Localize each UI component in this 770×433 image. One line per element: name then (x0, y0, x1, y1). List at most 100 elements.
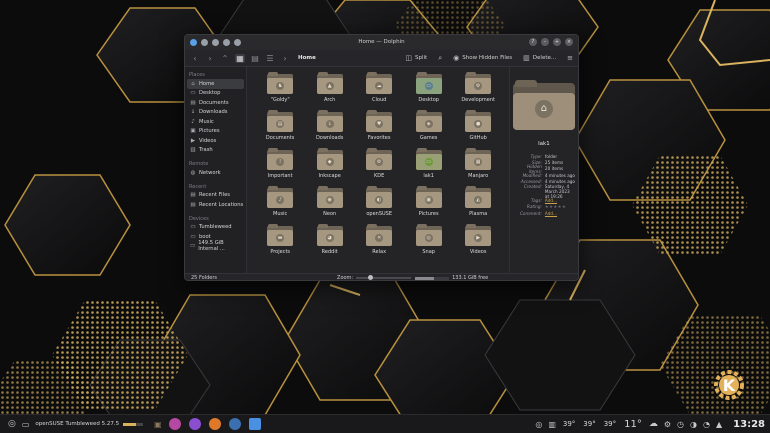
drive-icon[interactable]: ▭ (22, 420, 30, 429)
sidebar-item-tumbleweed[interactable]: ▭ Tumbleweed (187, 223, 244, 233)
details-view-icon[interactable]: ☰ (265, 54, 275, 63)
window-thumbnail-icon[interactable]: ▣ (154, 420, 162, 429)
dolphin-icon[interactable] (248, 418, 261, 430)
sidebar-item-recent-files[interactable]: ▤ Recent Files (187, 191, 244, 201)
folder-item[interactable]: ▦ Manjaro (453, 148, 503, 186)
folder-item[interactable]: ↓ Downloads (305, 110, 355, 148)
minimize-button[interactable]: – (541, 38, 549, 46)
folder-label: Cloud (372, 97, 387, 103)
sidebar-item-recent-locations[interactable]: ▤ Recent Locations (187, 200, 244, 210)
folder-item[interactable]: ⚙ KDE (354, 148, 404, 186)
breadcrumb[interactable]: Home (298, 55, 316, 61)
folder-item[interactable]: ▭ Desktop (404, 72, 454, 110)
folder-label: Favorites (367, 135, 391, 141)
folder-item[interactable]: ◈ Games (404, 110, 454, 148)
sidebar-item-149-5-gib-internal[interactable]: ▭ 149.5 GiB Internal ... (187, 240, 244, 252)
videos-icon: ▶ (190, 137, 196, 144)
folder-icon: ☁ (366, 72, 393, 94)
folder-item[interactable]: ! Important (255, 148, 305, 186)
back-icon[interactable]: ‹ (190, 54, 200, 63)
maximize-button[interactable]: + (553, 38, 561, 46)
folder-item[interactable]: ▬ Projects (255, 224, 305, 262)
info-row: Created: Saturday, 4 March 2023 at 19:26 (513, 184, 575, 199)
up-icon[interactable]: ⌃ (220, 54, 230, 63)
folder-item[interactable]: ▭ lak1 (404, 148, 454, 186)
hamburger-icon: ≡ (567, 54, 573, 62)
settings-icon[interactable]: ⚙ (664, 420, 671, 429)
folder-item[interactable]: ◐ openSUSE (354, 186, 404, 224)
sidebar-item-pictures[interactable]: ▣ Pictures (187, 127, 244, 137)
folder-icon: ◭ (465, 186, 492, 208)
firefox-icon[interactable] (208, 418, 221, 430)
app-icon-2[interactable] (188, 418, 201, 430)
cloud-icon[interactable]: ☁ (649, 419, 658, 429)
cpu-graph-icon[interactable]: ▥ (548, 420, 556, 429)
icons-view-icon[interactable]: ▦ (235, 53, 245, 63)
app-icon-1[interactable] (168, 418, 181, 430)
folder-emblem-icon: ↓ (325, 120, 334, 128)
sidebar-item-documents[interactable]: ▤ Documents (187, 98, 244, 108)
show-hidden-files-button[interactable]: ◉ Show Hidden Files (453, 54, 512, 62)
folder-item[interactable]: ▲ Arch (305, 72, 355, 110)
folder-icon: ▶ (465, 224, 492, 246)
close-button[interactable]: × (565, 38, 573, 46)
folder-item[interactable]: ◭ Plasma (453, 186, 503, 224)
weather-temp[interactable]: 11° (624, 419, 642, 430)
folder-icon: ♥ (366, 110, 393, 132)
tray-arrow-icon[interactable]: ▲ (716, 420, 722, 429)
folder-label: lak1 (423, 173, 434, 179)
info-value[interactable]: Add... (545, 211, 575, 216)
sidebar-item-network[interactable]: ◍ Network (187, 168, 244, 178)
clipboard-icon[interactable]: ◷ (677, 420, 684, 429)
delete-button[interactable]: ▥ Delete... (523, 54, 556, 62)
folder-item[interactable]: ◉ Neon (305, 186, 355, 224)
folder-item[interactable]: ▤ Documents (255, 110, 305, 148)
app-launcher-icon[interactable]: ◎ (8, 419, 16, 429)
zoom-slider[interactable] (356, 275, 412, 280)
search-button[interactable]: ⌕ (438, 54, 442, 63)
sidebar-item-trash[interactable]: ▥ Trash (187, 146, 244, 156)
split-button[interactable]: ◫ Split (405, 54, 427, 62)
sidebar-item-desktop[interactable]: ▭ Desktop (187, 89, 244, 99)
sidebar-item-videos[interactable]: ▶ Videos (187, 136, 244, 146)
network-icon[interactable]: ◑ (690, 420, 697, 429)
forward-icon[interactable]: › (205, 54, 215, 63)
clock[interactable]: 13:28 (733, 419, 765, 430)
sidebar-item-music[interactable]: ♪ Music (187, 117, 244, 127)
info-value: 25 items (544, 159, 564, 165)
info-row: Modified: 4 minutes ago (513, 172, 575, 178)
compact-view-icon[interactable]: ▤ (250, 54, 260, 63)
folder-item[interactable]: ◕ Reddit (305, 224, 355, 262)
sidebar-item-label: Downloads (199, 109, 228, 116)
rating-stars[interactable]: ★★★★★ (545, 204, 575, 209)
help-button[interactable]: ? (529, 38, 537, 46)
folder-item[interactable]: ♞ "Goldy" (255, 72, 305, 110)
folder-item[interactable]: ◎ Snap (404, 224, 454, 262)
folder-grid: ♞ "Goldy" ▲ Arch ☁ Cloud ▭ Desktop ⚙ Development ▤… (247, 67, 509, 273)
folder-item[interactable]: ♥ Favorites (354, 110, 404, 148)
info-row: Hidden items: 20 items (513, 164, 575, 174)
power-icon[interactable]: ◎ (535, 420, 542, 429)
folder-item[interactable]: ☁ Cloud (354, 72, 404, 110)
folder-item[interactable]: ◆ Inkscape (305, 148, 355, 186)
folder-item[interactable]: ✕ Relax (354, 224, 404, 262)
folder-item[interactable]: ♪ Music (255, 186, 305, 224)
discover-icon[interactable] (228, 418, 241, 430)
folder-item[interactable]: ▣ Pictures (404, 186, 454, 224)
folder-item[interactable]: ● GitHub (453, 110, 503, 148)
zoom-handle[interactable] (368, 275, 374, 280)
sidebar-item-downloads[interactable]: ↓ Downloads (187, 108, 244, 118)
info-key: Rating: (526, 204, 542, 210)
folder-item[interactable]: ⚙ Development (453, 72, 503, 110)
info-value[interactable]: Add... (545, 198, 575, 203)
folder-label: Documents (265, 135, 295, 141)
music-icon: ♪ (191, 118, 195, 125)
title-bar[interactable]: Home — Dolphin ? – + × (185, 35, 578, 50)
folder-label: Relax (372, 249, 387, 255)
volume-icon[interactable]: ◔ (703, 420, 710, 429)
information-panel: ⌂ lak1 Type: folder Size: 25 items Hidden it… (508, 67, 578, 273)
folder-item[interactable]: ▶ Videos (453, 224, 503, 262)
hamburger-menu-button[interactable]: ≡ (567, 54, 573, 62)
sidebar-item-home[interactable]: ⌂ Home (187, 79, 245, 89)
temp-1: 39° (562, 420, 576, 428)
